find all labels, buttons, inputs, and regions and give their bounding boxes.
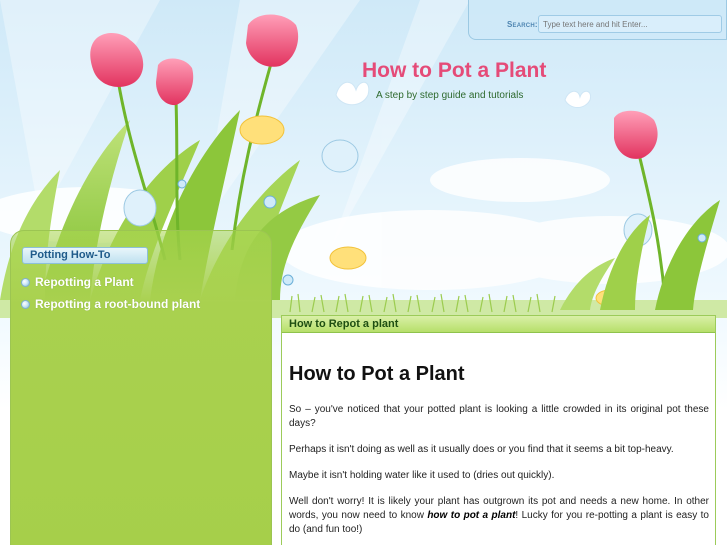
search-label: Search: xyxy=(507,20,538,29)
bullet-icon xyxy=(21,299,30,309)
sidebar-heading: Potting How-To xyxy=(22,247,148,264)
main-content: How to Repot a plant How to Pot a Plant … xyxy=(281,315,716,545)
search-input[interactable] xyxy=(538,15,722,33)
sidebar-link-repotting-a-plant[interactable]: Repotting a Plant xyxy=(35,275,134,289)
sidebar-link-repotting-root-bound[interactable]: Repotting a root-bound plant xyxy=(35,297,200,311)
search-panel: Search: xyxy=(468,0,727,40)
sidebar: Potting How-To Repotting a Plant Repotti… xyxy=(10,230,272,545)
article-paragraph: Perhaps it isn't doing as well as it usu… xyxy=(289,444,674,455)
sidebar-item-repotting-root-bound[interactable]: Repotting a root-bound plant xyxy=(21,293,200,315)
sidebar-nav: Repotting a Plant Repotting a root-bound… xyxy=(21,271,200,315)
article-paragraph: So – you've noticed that your potted pla… xyxy=(289,404,709,429)
article-paragraph-last: Well don't worry! It is likely your plan… xyxy=(289,495,709,537)
sidebar-item-repotting-a-plant[interactable]: Repotting a Plant xyxy=(21,271,200,293)
site-tagline: A step by step guide and tutorials xyxy=(376,90,524,101)
bullet-icon xyxy=(21,277,30,287)
site-title[interactable]: How to Pot a Plant xyxy=(362,59,546,83)
article-body: So – you've noticed that your potted pla… xyxy=(289,403,709,545)
article-paragraph: Maybe it isn't holding water like it use… xyxy=(289,470,555,481)
content-tab[interactable]: How to Repot a plant xyxy=(282,316,715,333)
article-title: How to Pot a Plant xyxy=(289,363,465,385)
emphasis-text: how to pot a plant xyxy=(427,510,516,521)
